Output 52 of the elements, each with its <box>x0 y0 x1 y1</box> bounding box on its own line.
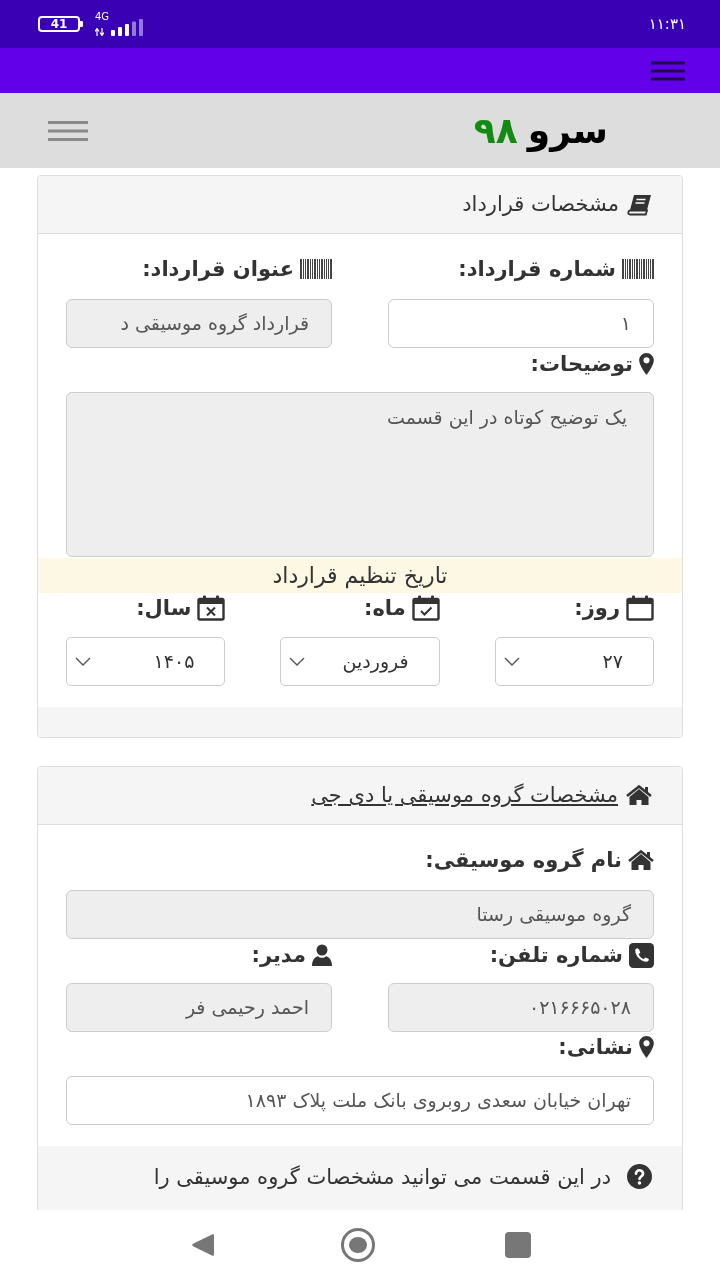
field-label: سال: <box>136 597 192 619</box>
barcode-icon <box>300 259 332 279</box>
calendar-x-icon <box>197 595 226 621</box>
back-icon <box>190 1232 216 1258</box>
data-arrows-icon <box>95 28 104 36</box>
select-value: ۲۷ <box>602 649 623 675</box>
field-label: نام گروه موسیقی: <box>425 849 622 871</box>
field-label: شماره قرارداد: <box>458 258 616 280</box>
help-icon <box>627 1164 652 1189</box>
field-label: توضیحات: <box>530 353 633 375</box>
home-button[interactable] <box>340 1227 376 1263</box>
day-select[interactable]: ۲۷ <box>494 637 654 686</box>
chevron-down-icon <box>503 657 520 666</box>
field-label: شماره تلفن: <box>489 944 623 966</box>
ring-icon <box>340 1227 376 1263</box>
field-label: مدیر: <box>251 944 306 966</box>
field-label: نشانی: <box>558 1036 633 1058</box>
house-icon <box>626 785 652 806</box>
field-label: عنوان قرارداد: <box>142 258 294 280</box>
book-icon <box>627 193 652 216</box>
map-pin-icon <box>639 1036 654 1058</box>
signal-icon <box>111 19 144 36</box>
panel-title-link[interactable]: مشخصات گروه موسیقی یا دی جی <box>311 785 618 806</box>
year-select[interactable]: ۱۴۰۵ <box>66 637 226 686</box>
help-text: در این قسمت می توانید مشخصات گروه موسیقی را <box>153 1164 611 1191</box>
calendar-icon <box>626 595 654 621</box>
chevron-down-icon <box>289 657 306 666</box>
panel-title: مشخصات قرارداد <box>462 194 619 215</box>
select-value: فروردین <box>342 649 409 675</box>
month-select[interactable]: فروردین <box>280 637 440 686</box>
network-type-label: 4G <box>95 12 110 22</box>
field-label: روز: <box>574 597 620 619</box>
map-pin-icon <box>639 353 654 375</box>
back-button[interactable] <box>190 1232 216 1258</box>
square-icon <box>505 1232 531 1258</box>
barcode-icon <box>622 259 654 279</box>
input-field[interactable]: تهران خیابان سعدی روبروی بانک ملت پلاک ۱۸۹۳ <box>66 1076 654 1125</box>
select-value: ۱۴۰۵ <box>153 649 195 675</box>
battery-indicator: 41 <box>38 16 83 32</box>
logo-number: ۹۸ <box>473 112 518 149</box>
field-label: ماه: <box>364 597 406 619</box>
chevron-down-icon <box>75 657 91 666</box>
date-section-banner: تاریخ تنظیم قرارداد <box>38 558 682 593</box>
input-field[interactable]: ۱ <box>388 299 654 348</box>
menu-icon <box>651 60 685 81</box>
phone-icon <box>629 942 654 968</box>
menu-icon <box>47 120 88 141</box>
clock-time: ۱۱:۳۱ <box>648 16 686 32</box>
recents-button[interactable] <box>505 1232 531 1258</box>
calendar-check-icon <box>411 595 440 621</box>
user-icon <box>312 944 332 966</box>
house-icon <box>628 849 654 871</box>
